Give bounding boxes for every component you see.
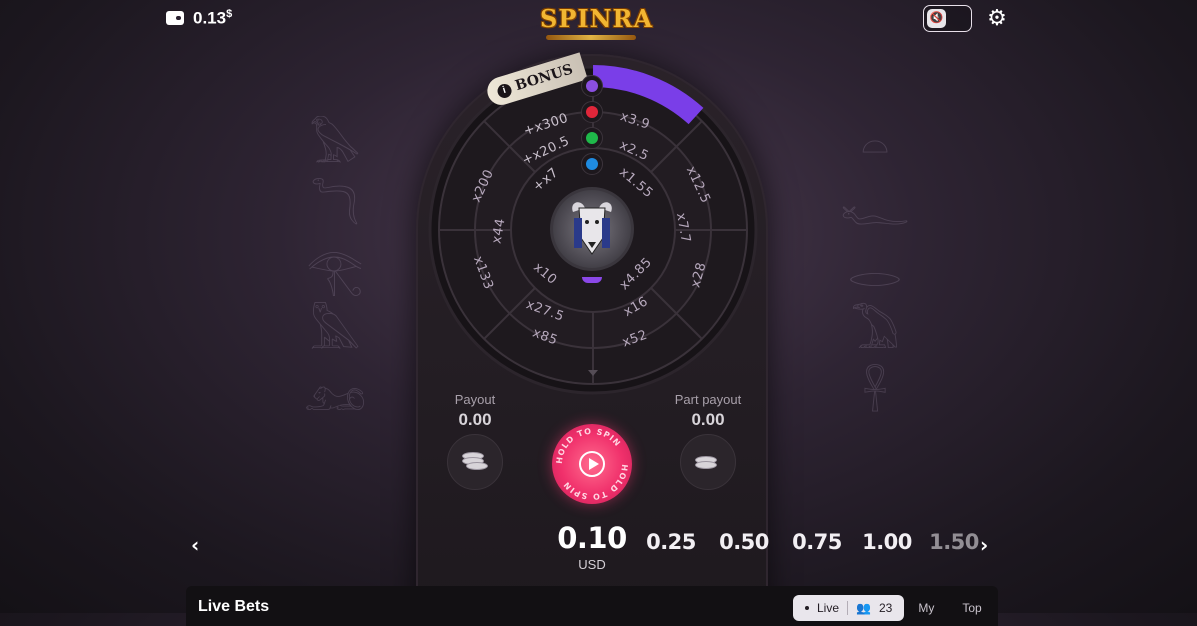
live-bets-panel: Live Bets Live 👥 23 My Top [186, 586, 998, 626]
part-payout-button[interactable] [680, 434, 736, 490]
tab-top[interactable]: Top [948, 595, 995, 621]
info-icon: i [495, 82, 514, 100]
logo-text: SPINRA [540, 4, 654, 33]
wallet-icon [166, 11, 184, 26]
gem-green-icon [581, 127, 603, 149]
spinra-logo: SPINRA [540, 4, 654, 44]
gem-purple-icon [581, 75, 603, 97]
gem-blue-icon [581, 153, 603, 175]
tab-my[interactable]: My [904, 595, 948, 621]
part-payout-value: 0.00 [691, 410, 725, 429]
coins-icon [695, 452, 721, 472]
payout-label: Payout [454, 392, 496, 407]
bet-option[interactable]: 0.25 [646, 530, 696, 554]
bet-option[interactable]: 1.50 [929, 530, 979, 554]
ram-head-icon [572, 202, 612, 255]
bet-option[interactable]: 1.00 [862, 530, 912, 554]
live-bets-tabs: Live 👥 23 My Top [793, 595, 996, 621]
bet-currency: USD [578, 557, 606, 572]
bet-option[interactable]: 0.75 [792, 530, 842, 554]
logo-ornament [546, 35, 636, 40]
bet-amount-selected[interactable]: 0.10 [557, 521, 627, 555]
bet-next-chevron-icon[interactable]: › [980, 533, 988, 557]
settings-gear-icon[interactable]: ⚙ [986, 8, 1008, 30]
play-icon [579, 451, 605, 477]
balance-currency: $ [226, 8, 233, 20]
balance-amount: 0.13 [193, 8, 227, 28]
payout-value: 0.00 [458, 410, 492, 429]
live-dot-icon [805, 606, 809, 610]
bet-prev-chevron-icon[interactable]: ‹ [191, 533, 199, 557]
balance: 0.13$ [166, 8, 232, 29]
hold-to-spin-button[interactable]: HOLD TO SPIN HOLD TO SPIN [552, 424, 632, 504]
background-glyphs-left: 𓅃𓆓𓂀𓅓𓃭 [303, 119, 367, 421]
wheel-pointer [582, 277, 602, 283]
sound-toggle[interactable]: 🔇 [923, 5, 972, 32]
tab-live[interactable]: Live 👥 23 [793, 595, 905, 621]
payout-button[interactable] [447, 434, 503, 490]
ram-head-emblem [550, 187, 634, 271]
live-bets-title: Live Bets [198, 598, 270, 615]
bet-option[interactable]: 0.50 [719, 530, 769, 554]
mute-icon: 🔇 [927, 9, 946, 28]
part-payout-label: Part payout [674, 392, 742, 407]
gem-red-icon [581, 101, 603, 123]
header: 0.13$ SPINRA 🔇 ⚙ [0, 0, 1197, 40]
coins-stack-icon [462, 452, 488, 472]
